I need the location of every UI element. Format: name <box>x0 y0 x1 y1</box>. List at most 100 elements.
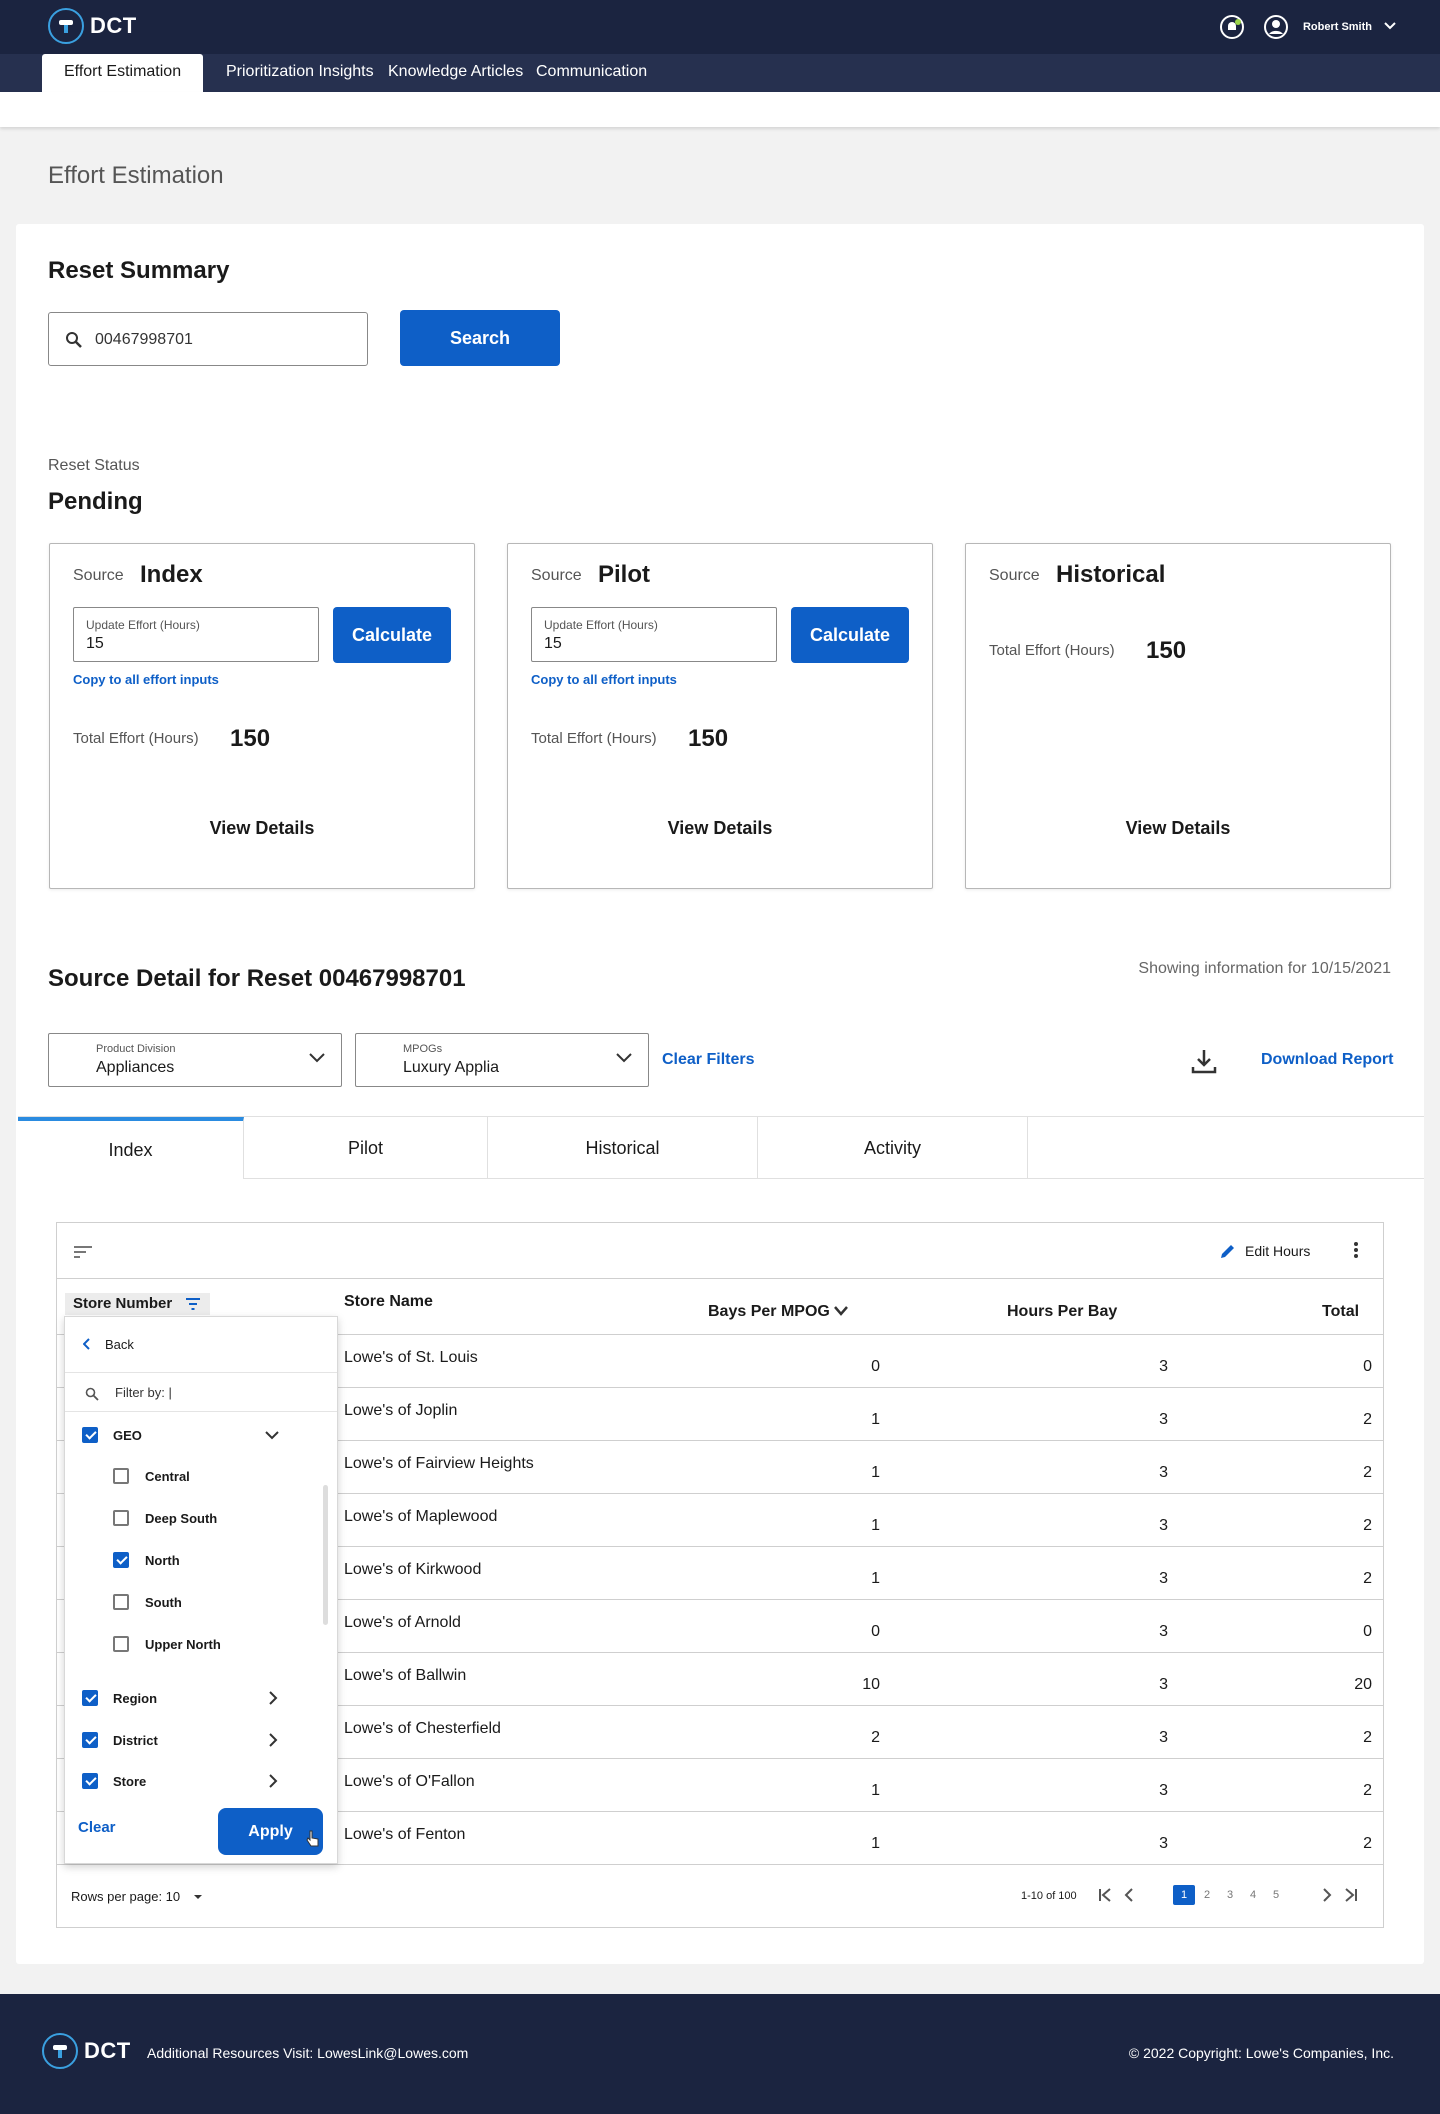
store-number-label: Store Number <box>73 1295 173 1312</box>
first-page-icon[interactable] <box>1097 1887 1113 1903</box>
chevron-down-icon[interactable] <box>265 1431 279 1440</box>
geo-option-label: North <box>145 1553 180 1568</box>
cursor-hand-icon <box>306 1830 319 1847</box>
user-name[interactable]: Robert Smith <box>1303 21 1372 33</box>
geo-option-checkbox[interactable] <box>113 1510 129 1526</box>
view-details-button[interactable]: View Details <box>508 818 932 839</box>
source-tabs: Index Pilot Historical Activity <box>18 1116 1424 1179</box>
column-header-store-name[interactable]: Store Name <box>344 1293 433 1311</box>
clear-filters-link[interactable]: Clear Filters <box>662 1051 754 1069</box>
geo-checkbox[interactable] <box>82 1427 98 1443</box>
column-header-hours-per-bay[interactable]: Hours Per Bay <box>1007 1303 1117 1321</box>
geo-option-checkbox[interactable] <box>113 1552 129 1568</box>
scrollbar[interactable] <box>323 1485 328 1625</box>
mpogs-select[interactable]: MPOGs Luxury Applia <box>355 1033 649 1087</box>
geo-option-label: Central <box>145 1469 190 1484</box>
sort-down-icon[interactable] <box>833 1305 849 1317</box>
reset-search-input[interactable] <box>95 327 355 353</box>
geo-option-checkbox[interactable] <box>113 1594 129 1610</box>
nav-tab-effort-estimation[interactable]: Effort Estimation <box>42 54 204 92</box>
chevron-right-icon[interactable] <box>269 1691 278 1705</box>
nav-tab-communication[interactable]: Communication <box>536 54 647 92</box>
source-card-historical: Source Historical Total Effort (Hours) 1… <box>965 543 1391 889</box>
view-details-button[interactable]: View Details <box>50 818 474 839</box>
product-division-select[interactable]: Product Division Appliances <box>48 1033 342 1087</box>
bays-cell: 10 <box>862 1676 880 1693</box>
app-logo[interactable]: DCT <box>48 8 137 44</box>
tab-index[interactable]: Index <box>18 1117 244 1179</box>
bays-cell: 1 <box>871 1570 880 1587</box>
filter-clear-button[interactable]: Clear <box>78 1819 116 1836</box>
page-number[interactable]: 4 <box>1242 1885 1264 1905</box>
district-checkbox[interactable] <box>82 1732 98 1748</box>
page-number[interactable]: 5 <box>1265 1885 1287 1905</box>
search-button[interactable]: Search <box>400 310 560 366</box>
chevron-right-icon[interactable] <box>269 1774 278 1788</box>
tab-activity[interactable]: Activity <box>758 1117 1028 1179</box>
previous-page-icon[interactable] <box>1123 1887 1135 1903</box>
store-name-cell: Lowe's of Arnold <box>344 1614 461 1631</box>
update-effort-field[interactable]: Update Effort (Hours) 15 <box>531 607 777 662</box>
region-checkbox[interactable] <box>82 1690 98 1706</box>
table-pagination: Rows per page: 10 1-10 of 100 12345 <box>57 1863 1383 1927</box>
chevron-left-icon <box>83 1338 90 1350</box>
geo-option-label: South <box>145 1595 182 1610</box>
geo-option-checkbox[interactable] <box>113 1468 129 1484</box>
tab-pilot[interactable]: Pilot <box>244 1117 488 1179</box>
footer-logo[interactable]: DCT <box>42 2033 131 2069</box>
store-label: Store <box>113 1774 147 1789</box>
more-options-icon[interactable] <box>1353 1241 1359 1264</box>
copy-to-all-link[interactable]: Copy to all effort inputs <box>531 672 677 687</box>
filter-search-placeholder: Filter by: | <box>115 1385 172 1400</box>
edit-hours-button[interactable]: Edit Hours <box>1219 1242 1310 1260</box>
notification-bell-icon[interactable] <box>1219 14 1245 40</box>
reset-search-field[interactable] <box>48 312 368 366</box>
user-avatar-icon[interactable] <box>1263 14 1289 40</box>
nav-tab-knowledge-articles[interactable]: Knowledge Articles <box>388 54 523 92</box>
calculate-button[interactable]: Calculate <box>333 607 451 663</box>
update-effort-value[interactable]: 15 <box>544 635 562 653</box>
footer-copyright: © 2022 Copyright: Lowe's Companies, Inc. <box>1128 2045 1394 2061</box>
chevron-right-icon[interactable] <box>269 1733 278 1747</box>
page-number[interactable]: 2 <box>1196 1885 1218 1905</box>
source-card-index: Source Index Update Effort (Hours) 15 Ca… <box>49 543 475 889</box>
chevron-down-icon[interactable] <box>1384 21 1396 33</box>
view-details-button[interactable]: View Details <box>966 818 1390 839</box>
bays-cell: 2 <box>871 1729 880 1746</box>
column-header-bays-per-mpog[interactable]: Bays Per MPOG <box>708 1303 830 1321</box>
last-page-icon[interactable] <box>1343 1887 1359 1903</box>
store-number-header[interactable]: Store Number <box>65 1293 210 1315</box>
geo-option-checkbox[interactable] <box>113 1636 129 1652</box>
total-cell: 2 <box>1363 1517 1372 1534</box>
geo-option-label: Deep South <box>145 1511 218 1526</box>
update-effort-field[interactable]: Update Effort (Hours) 15 <box>73 607 319 662</box>
store-name-cell: Lowe's of O'Fallon <box>344 1773 475 1790</box>
download-icon[interactable] <box>1190 1047 1218 1080</box>
page-number[interactable]: 3 <box>1219 1885 1241 1905</box>
update-effort-value[interactable]: 15 <box>86 635 104 653</box>
next-page-icon[interactable] <box>1321 1887 1333 1903</box>
store-name-cell: Lowe's of Maplewood <box>344 1508 498 1525</box>
filter-search-field[interactable]: Filter by: | <box>65 1372 337 1412</box>
source-label: Source <box>73 567 124 584</box>
rows-per-page[interactable]: Rows per page: 10 <box>71 1889 180 1904</box>
edit-hours-label: Edit Hours <box>1245 1243 1311 1259</box>
store-name-cell: Lowe's of Chesterfield <box>344 1720 501 1737</box>
calculate-button[interactable]: Calculate <box>791 607 909 663</box>
download-report-link[interactable]: Download Report <box>1261 1051 1393 1069</box>
store-name-cell: Lowe's of Kirkwood <box>344 1561 482 1578</box>
nav-tab-prioritization-insights[interactable]: Prioritization Insights <box>226 54 374 92</box>
copy-to-all-link[interactable]: Copy to all effort inputs <box>73 672 219 687</box>
main-nav: Effort Estimation Prioritization Insight… <box>0 54 1440 92</box>
total-effort-label: Total Effort (Hours) <box>989 642 1115 659</box>
source-detail-title: Source Detail for Reset 00467998701 <box>48 965 466 992</box>
store-checkbox[interactable] <box>82 1773 98 1789</box>
caret-down-icon[interactable] <box>193 1894 203 1900</box>
column-header-total[interactable]: Total <box>1322 1303 1359 1321</box>
sort-lines-icon[interactable] <box>73 1245 93 1264</box>
footer: DCT Additional Resources Visit: LowesLin… <box>0 1994 1440 2114</box>
tab-historical[interactable]: Historical <box>488 1117 758 1179</box>
source-card-pilot: Source Pilot Update Effort (Hours) 15 Ca… <box>507 543 933 889</box>
filter-icon[interactable] <box>185 1297 201 1311</box>
page-number[interactable]: 1 <box>1173 1885 1195 1905</box>
